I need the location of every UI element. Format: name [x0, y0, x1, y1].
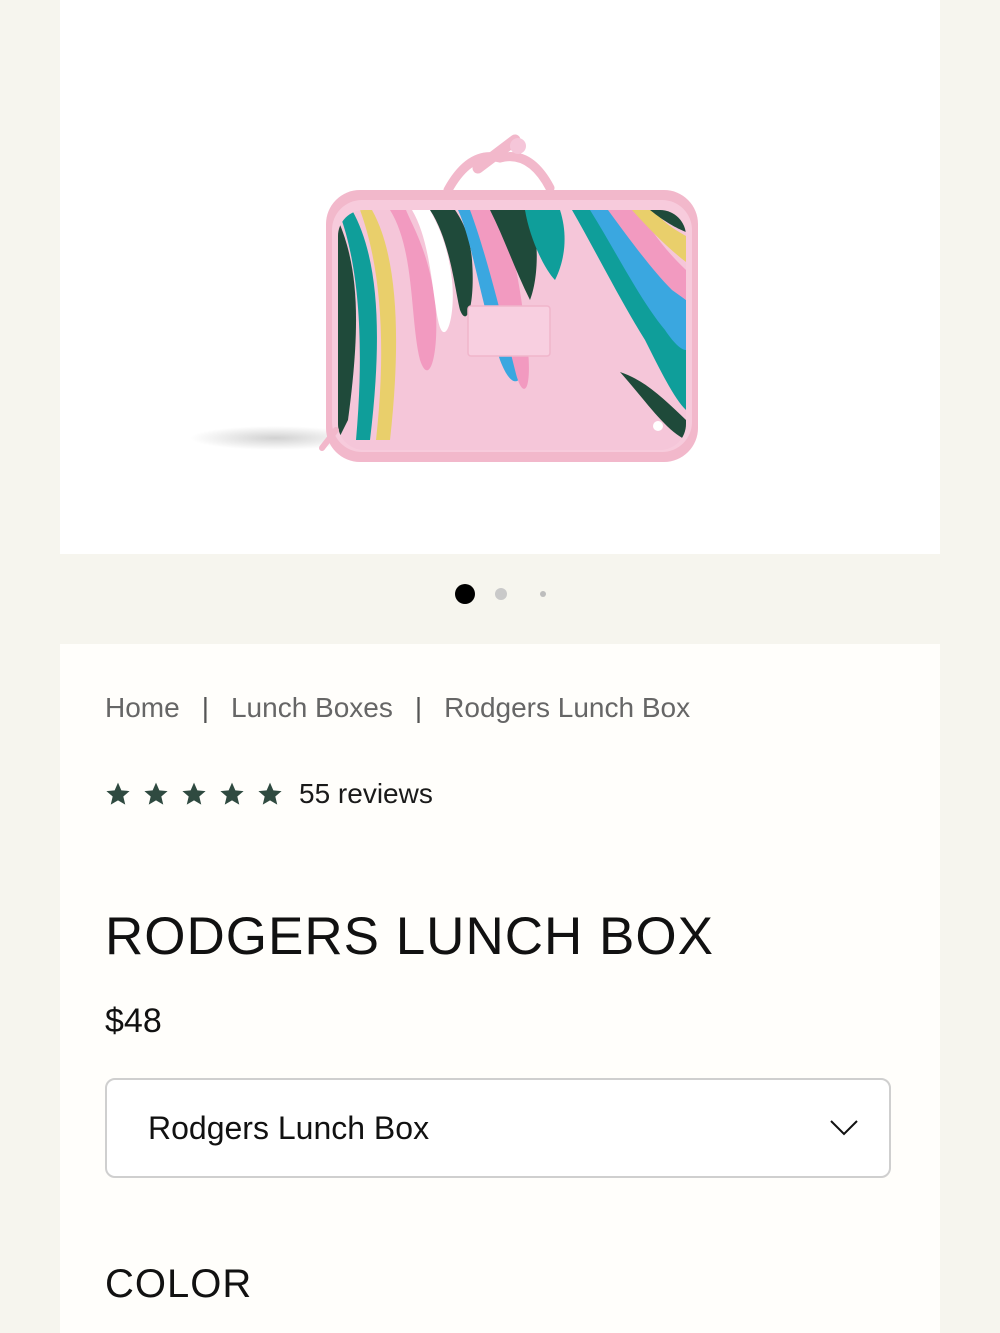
star-icon [258, 782, 282, 805]
color-section-label: COLOR [105, 1262, 253, 1306]
variant-select-value: Rodgers Lunch Box [148, 1109, 430, 1146]
star-icon [144, 782, 168, 805]
product-price: $48 [105, 1002, 162, 1040]
breadcrumb-separator: | [201, 692, 209, 723]
lunch-box-image [190, 134, 698, 462]
carousel-dot-3[interactable] [539, 591, 546, 597]
chevron-down-icon [830, 1120, 858, 1136]
product-rating[interactable]: 55 reviews [105, 778, 433, 810]
carousel-dot-1-active[interactable] [454, 584, 475, 604]
star-icon [106, 782, 130, 805]
star-icon [220, 782, 244, 805]
reviews-count-link[interactable]: 55 reviews [299, 778, 433, 810]
product-info-panel: Home | Lunch Boxes | Rodgers Lunch Box 5… [60, 644, 940, 1333]
breadcrumb: Home | Lunch Boxes | Rodgers Lunch Box [105, 692, 690, 724]
product-image-gallery[interactable] [60, 0, 940, 554]
variant-select[interactable]: Rodgers Lunch Box [105, 1078, 891, 1178]
carousel-dot-2[interactable] [494, 588, 507, 600]
breadcrumb-home-link[interactable]: Home [105, 692, 180, 724]
product-title: RODGERS LUNCH BOX [105, 907, 714, 966]
breadcrumb-separator: | [414, 692, 423, 723]
star-icon [182, 782, 206, 805]
breadcrumb-current-page[interactable]: Rodgers Lunch Box [444, 692, 690, 724]
carousel-pagination [0, 584, 1000, 604]
breadcrumb-lunch-boxes-link[interactable]: Lunch Boxes [231, 692, 393, 724]
